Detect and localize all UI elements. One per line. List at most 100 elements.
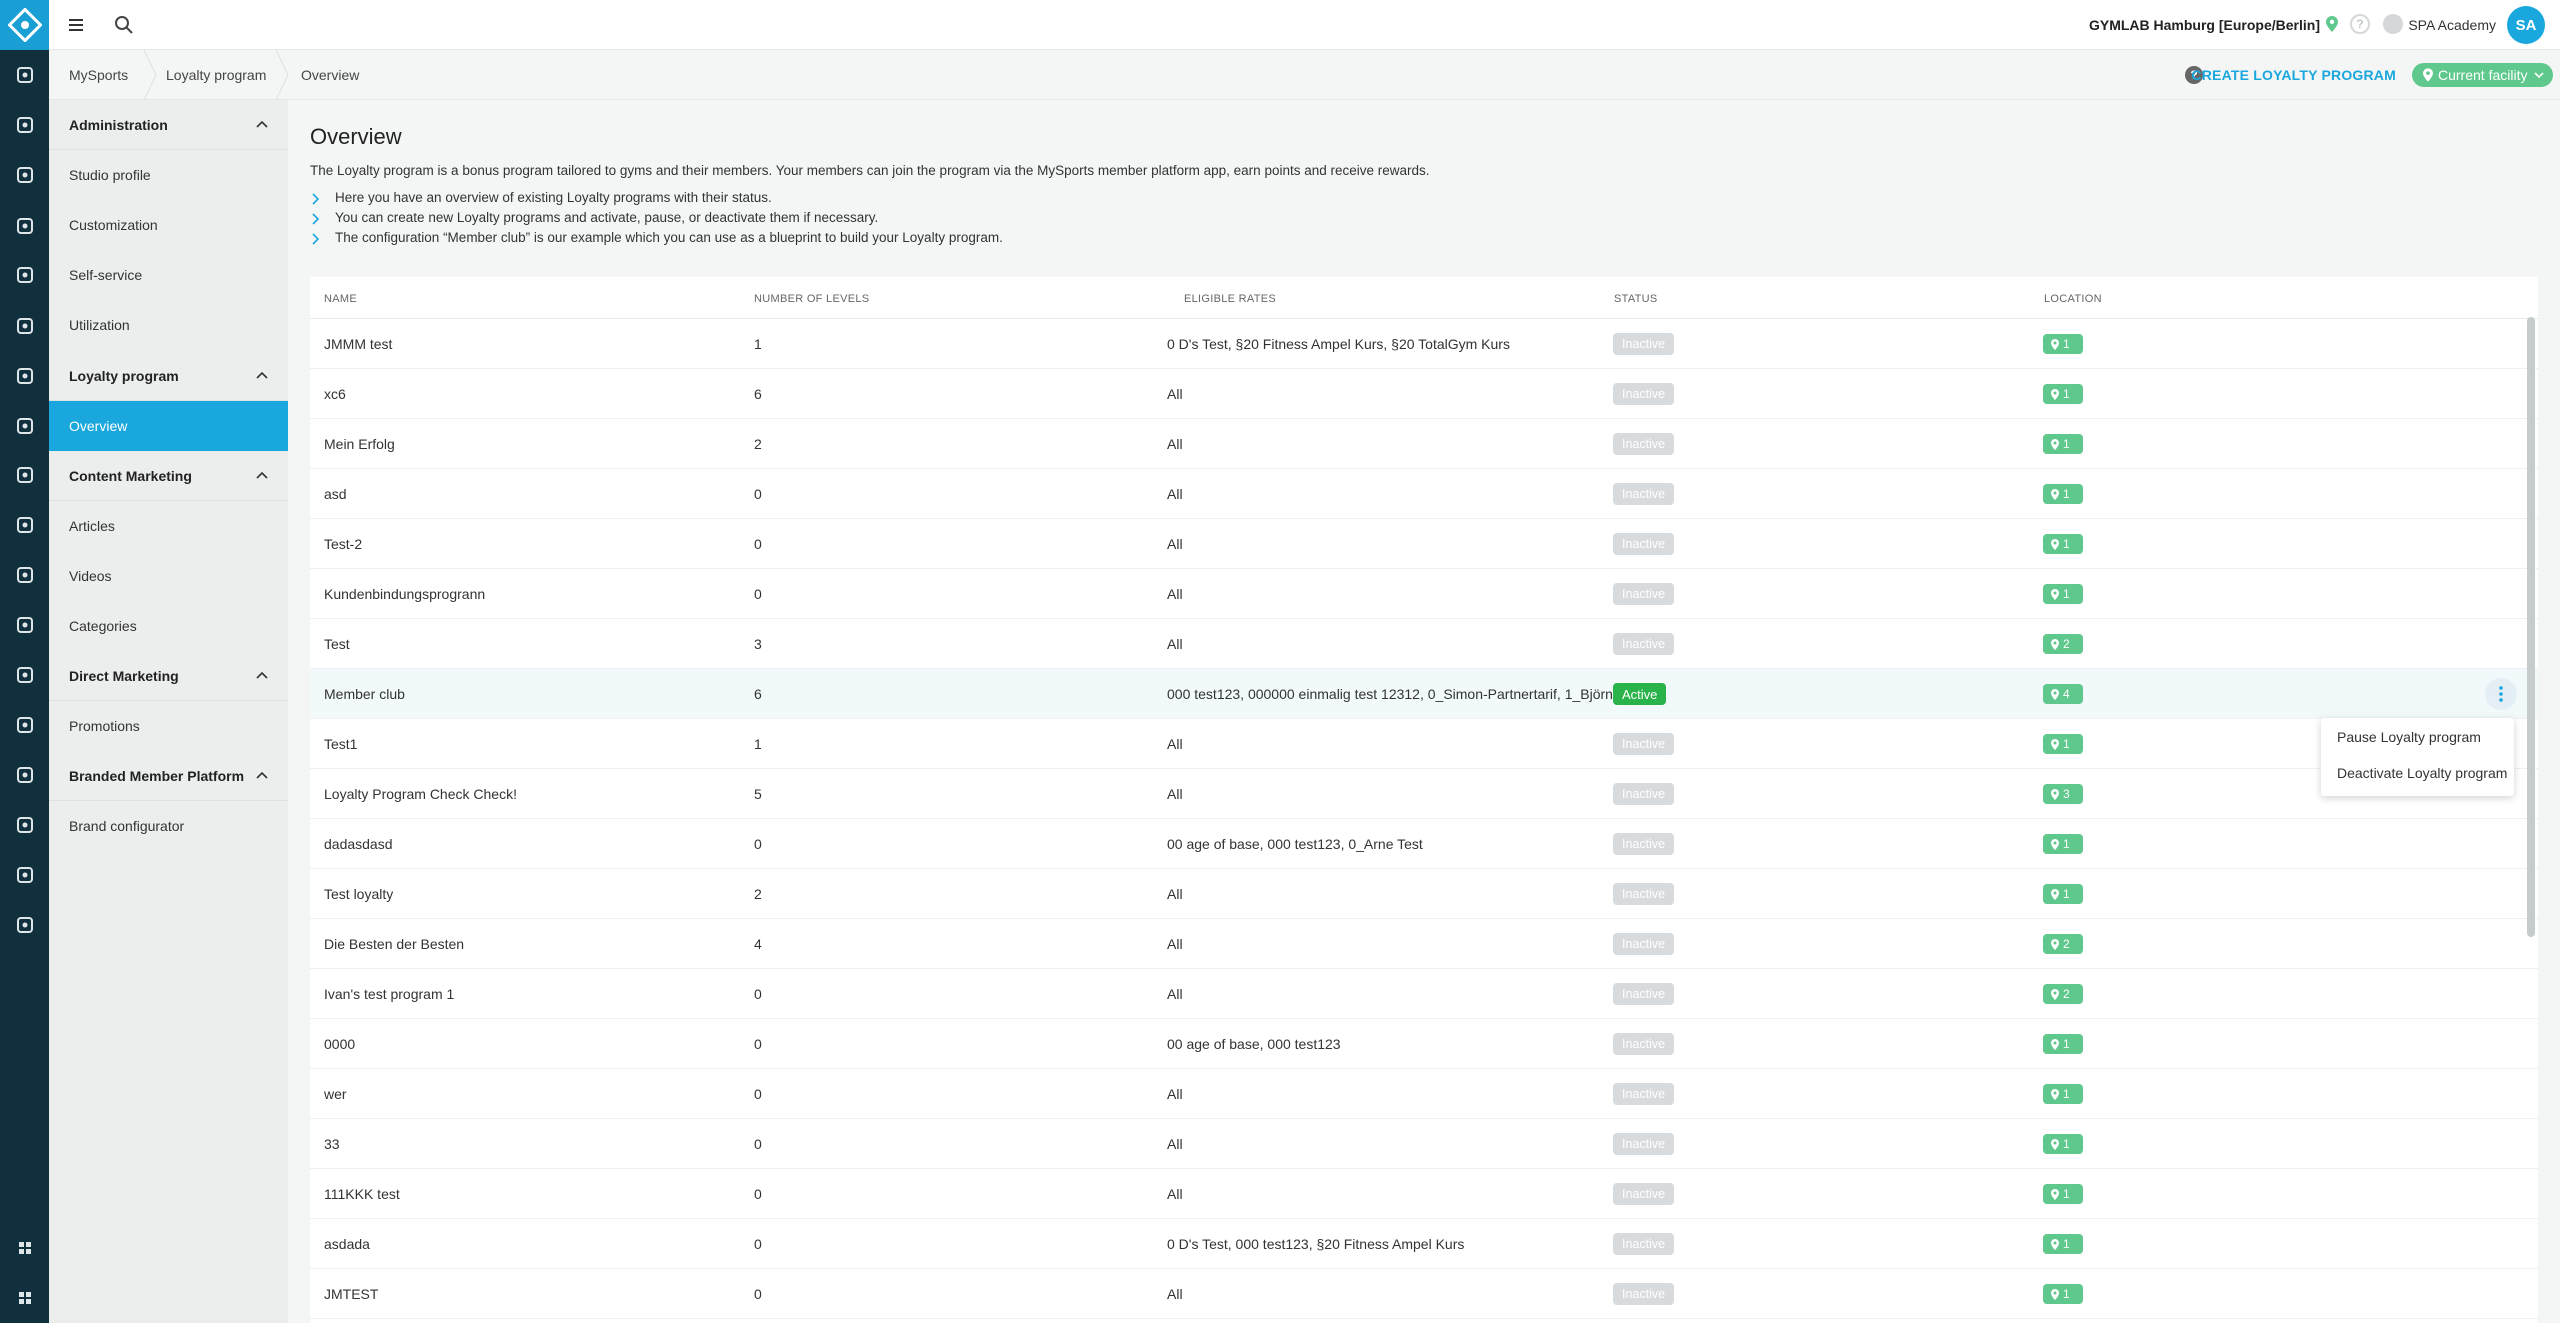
current-facility-dropdown[interactable]: Current facility bbox=[2412, 63, 2553, 87]
location-badge[interactable]: 2 bbox=[2043, 634, 2083, 654]
sidebar-section-direct-marketing[interactable]: Direct Marketing bbox=[49, 651, 288, 701]
column-header-levels[interactable]: NUMBER OF LEVELS bbox=[754, 293, 869, 305]
location-badge[interactable]: 1 bbox=[2043, 484, 2083, 504]
checkin-icon[interactable] bbox=[0, 110, 49, 140]
marketing-icon[interactable] bbox=[0, 411, 49, 441]
location-badge[interactable]: 1 bbox=[2043, 1284, 2083, 1304]
tools-icon[interactable] bbox=[0, 760, 49, 790]
table-row[interactable]: xc6 6 All Inactive 1 bbox=[310, 369, 2538, 419]
sidebar-item-categories[interactable]: Categories bbox=[49, 601, 288, 651]
sidebar-section-branded-member-platform[interactable]: Branded Member Platform bbox=[49, 751, 288, 801]
facility-name[interactable]: GYMLAB Hamburg [Europe/Berlin] bbox=[2089, 17, 2320, 33]
table-row[interactable]: 111KKK test 0 All Inactive 1 bbox=[310, 1169, 2538, 1219]
bookmark-icon[interactable] bbox=[0, 1233, 49, 1263]
table-row[interactable]: asdada 0 0 D's Test, 000 test123, §20 Fitn… bbox=[310, 1219, 2538, 1269]
table-row[interactable]: Ivan's test program 1 0 All Inactive 2 bbox=[310, 969, 2538, 1019]
apps-grid-icon[interactable] bbox=[0, 1283, 49, 1313]
location-badge[interactable]: 1 bbox=[2043, 534, 2083, 554]
sidebar-section-administration[interactable]: Administration bbox=[49, 100, 288, 150]
location-badge[interactable]: 1 bbox=[2043, 584, 2083, 604]
sidebar-section-label: Branded Member Platform bbox=[69, 767, 245, 784]
location-badge[interactable]: 1 bbox=[2043, 384, 2083, 404]
calendar-icon[interactable] bbox=[0, 311, 49, 341]
search-icon[interactable] bbox=[113, 14, 135, 36]
table-row[interactable]: asd 0 All Inactive 1 bbox=[310, 469, 2538, 519]
app-logo[interactable] bbox=[0, 0, 49, 50]
location-pin-icon bbox=[2051, 838, 2059, 850]
table-row[interactable]: Test loyalty 2 All Inactive 1 bbox=[310, 869, 2538, 919]
table-row[interactable]: JMTEST 0 All Inactive 1 bbox=[310, 1269, 2538, 1319]
breadcrumb-mysports[interactable]: MySports bbox=[69, 50, 128, 100]
row-actions-button[interactable] bbox=[2485, 678, 2517, 710]
table-row[interactable]: JMMM test 1 0 D's Test, §20 Fitness Ampel … bbox=[310, 319, 2538, 369]
help-icon[interactable]: ? bbox=[2350, 14, 2370, 34]
sidebar-item-studio-profile[interactable]: Studio profile bbox=[49, 150, 288, 200]
column-header-rates[interactable]: ELIGIBLE RATES bbox=[1184, 293, 1276, 305]
location-badge[interactable]: 1 bbox=[2043, 1034, 2083, 1054]
column-header-location[interactable]: LOCATION bbox=[2044, 293, 2102, 305]
tasks-icon[interactable] bbox=[0, 610, 49, 640]
sidebar-item-overview[interactable]: Overview bbox=[49, 401, 288, 451]
sidebar-section-content-marketing[interactable]: Content Marketing bbox=[49, 451, 288, 501]
location-badge[interactable]: 1 bbox=[2043, 1134, 2083, 1154]
table-row[interactable]: 33 0 All Inactive 1 bbox=[310, 1119, 2538, 1169]
sidebar-section-loyalty-program[interactable]: Loyalty program bbox=[49, 351, 288, 401]
location-badge[interactable]: 2 bbox=[2043, 984, 2083, 1004]
sidebar-item-brand-configurator[interactable]: Brand configurator bbox=[49, 801, 288, 851]
sidebar-item-customization[interactable]: Customization bbox=[49, 200, 288, 250]
group-icon[interactable] bbox=[0, 660, 49, 690]
feedback-icon[interactable] bbox=[0, 860, 49, 890]
table-row[interactable]: wer 0 All Inactive 1 bbox=[310, 1069, 2538, 1119]
network-icon[interactable] bbox=[0, 710, 49, 740]
table-row[interactable]: Kundenbindungsprogrann 0 All Inactive 1 bbox=[310, 569, 2538, 619]
dashboard-icon[interactable] bbox=[0, 60, 49, 90]
location-badge[interactable]: 1 bbox=[2043, 1234, 2083, 1254]
location-badge[interactable]: 1 bbox=[2043, 734, 2083, 754]
location-count: 1 bbox=[2063, 737, 2070, 751]
menu-icon[interactable] bbox=[69, 15, 87, 35]
location-badge[interactable]: 1 bbox=[2043, 884, 2083, 904]
location-badge[interactable]: 1 bbox=[2043, 1184, 2083, 1204]
location-badge[interactable]: 2 bbox=[2043, 934, 2083, 954]
table-row[interactable]: dadasdasd 0 00 age of base, 000 test123, 0… bbox=[310, 819, 2538, 869]
deactivate-loyalty-program-menu-item[interactable]: Deactivate Loyalty program bbox=[2337, 765, 2507, 781]
sidebar-item-promotions[interactable]: Promotions bbox=[49, 701, 288, 751]
sidebar-item-videos[interactable]: Videos bbox=[49, 551, 288, 601]
scrollbar[interactable] bbox=[2527, 317, 2535, 937]
member-card-icon[interactable] bbox=[0, 160, 49, 190]
table-row[interactable]: Test-2 0 All Inactive 1 bbox=[310, 519, 2538, 569]
table-row[interactable]: Die Besten der Besten 4 All Inactive 2 bbox=[310, 919, 2538, 969]
user-name[interactable]: SPA Academy bbox=[2408, 17, 2496, 33]
table-row[interactable]: Loyalty Program Check Check! 5 All Inactive… bbox=[310, 769, 2538, 819]
sliders-icon[interactable] bbox=[0, 810, 49, 840]
column-header-status[interactable]: STATUS bbox=[1614, 293, 1658, 305]
cart-icon[interactable] bbox=[0, 560, 49, 590]
location-badge[interactable]: 1 bbox=[2043, 334, 2083, 354]
avatar[interactable]: SA bbox=[2507, 6, 2545, 44]
table-row[interactable]: 0000 0 00 age of base, 000 test123 Inactive… bbox=[310, 1019, 2538, 1069]
chat-icon[interactable] bbox=[0, 460, 49, 490]
column-header-name[interactable]: NAME bbox=[324, 293, 357, 305]
download-icon[interactable] bbox=[2383, 14, 2403, 34]
location-badge[interactable]: 3 bbox=[2043, 784, 2083, 804]
pause-loyalty-program-menu-item[interactable]: Pause Loyalty program bbox=[2337, 729, 2481, 745]
location-badge[interactable]: 4 bbox=[2043, 684, 2083, 704]
sidebar-item-self-service[interactable]: Self-service bbox=[49, 250, 288, 300]
location-count: 1 bbox=[2063, 337, 2070, 351]
table-row[interactable]: Test 3 All Inactive 2 bbox=[310, 619, 2538, 669]
finance-icon[interactable] bbox=[0, 260, 49, 290]
table-row[interactable]: Test1 1 All Inactive 1 bbox=[310, 719, 2538, 769]
create-loyalty-program-button[interactable]: CREATE LOYALTY PROGRAM bbox=[2191, 67, 2396, 83]
integrations-icon[interactable] bbox=[0, 910, 49, 940]
table-row[interactable]: Member club 6 000 test123, 000000 einmalig… bbox=[310, 669, 2538, 719]
sidebar-item-utilization[interactable]: Utilization bbox=[49, 300, 288, 350]
image-icon[interactable] bbox=[0, 510, 49, 540]
location-badge[interactable]: 1 bbox=[2043, 834, 2083, 854]
sidebar-item-articles[interactable]: Articles bbox=[49, 501, 288, 551]
location-badge[interactable]: 1 bbox=[2043, 434, 2083, 454]
location-badge[interactable]: 1 bbox=[2043, 1084, 2083, 1104]
settings-notify-icon[interactable] bbox=[0, 211, 49, 241]
table-row[interactable]: Mein Erfolg 2 All Inactive 1 bbox=[310, 419, 2538, 469]
breadcrumb-loyalty-program[interactable]: Loyalty program bbox=[166, 50, 266, 100]
analytics-icon[interactable] bbox=[0, 361, 49, 391]
